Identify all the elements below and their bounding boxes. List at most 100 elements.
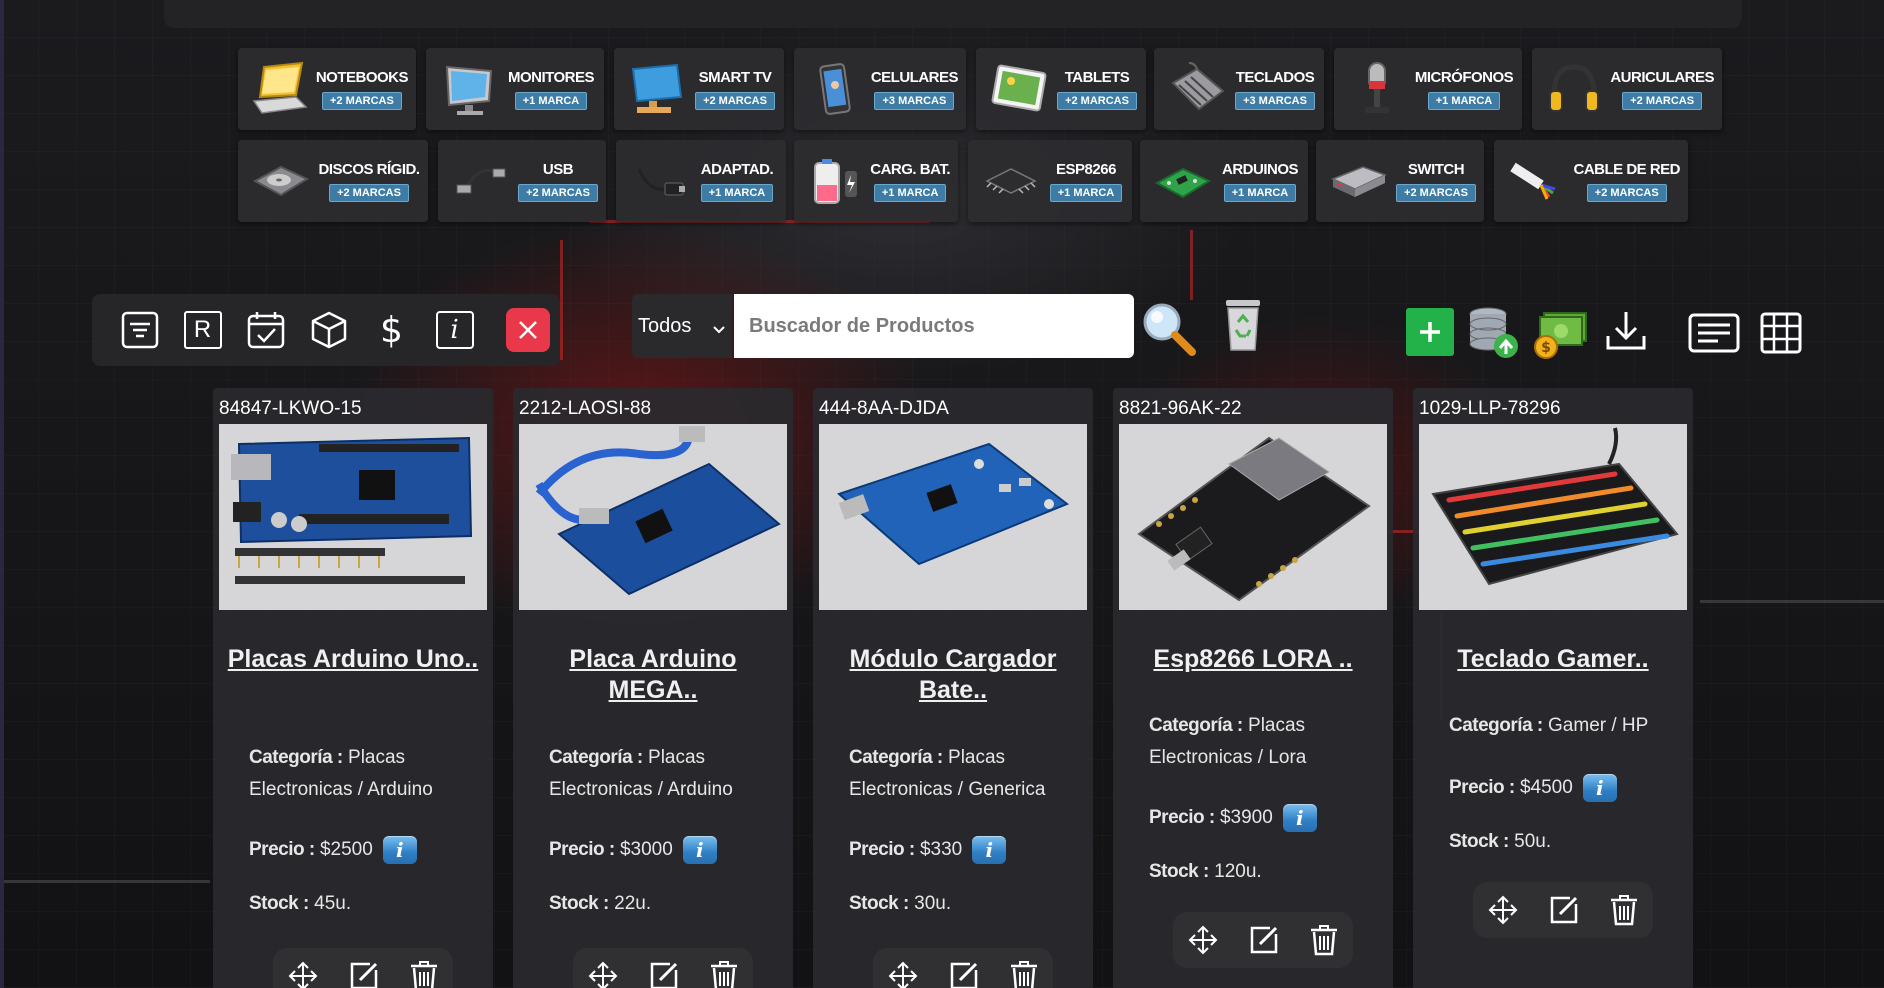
- calendar-check-icon[interactable]: [234, 305, 297, 355]
- product-code: 2212-LAOSI-88: [519, 398, 652, 419]
- edit-icon[interactable]: [648, 960, 680, 988]
- category-arduinos[interactable]: ARDUINOS +1 MARCA: [1140, 140, 1308, 222]
- stock-label: Stock :: [249, 893, 309, 914]
- category-auriculares[interactable]: AURICULARES +2 MARCAS: [1532, 48, 1722, 130]
- edit-icon[interactable]: [1548, 894, 1580, 926]
- delete-icon[interactable]: [709, 960, 739, 988]
- circuit-trace: [560, 240, 563, 360]
- move-icon[interactable]: [287, 960, 319, 988]
- edit-icon[interactable]: [948, 960, 980, 988]
- keyboard-icon: [1160, 54, 1234, 124]
- close-icon[interactable]: [506, 308, 550, 352]
- stock-value: 50u.: [1514, 831, 1552, 852]
- product-category: Categoría : Placas Electronicas / Arduin…: [549, 742, 779, 806]
- info-icon[interactable]: i: [972, 835, 1007, 864]
- category-cargadores-bateria[interactable]: CARG. BAT. +1 MARCA: [794, 140, 958, 222]
- database-upload-icon[interactable]: [1466, 304, 1520, 360]
- circuit-trace: [1190, 230, 1193, 300]
- product-card[interactable]: 8821-96AK-22 Esp8266 LORA .. Categoría :…: [1113, 388, 1393, 988]
- card-actions: [1173, 912, 1353, 968]
- category-name: TABLETS: [1064, 68, 1130, 86]
- category-microfonos[interactable]: MICRÓFONOS +1 MARCA: [1334, 48, 1522, 130]
- brand-count-badge: +2 MARCAS: [1622, 91, 1703, 110]
- product-stock: Stock : 120u.: [1149, 856, 1379, 888]
- product-title[interactable]: Placas Arduino Uno..: [223, 644, 483, 675]
- product-card[interactable]: 444-8AA-DJDA Módulo Cargador Bate.. Cate…: [813, 388, 1093, 988]
- download-icon[interactable]: [1602, 306, 1650, 356]
- delete-icon[interactable]: [1609, 894, 1639, 926]
- product-title[interactable]: Esp8266 LORA ..: [1123, 644, 1383, 675]
- brand-count-badge: +1 MARCA: [700, 183, 774, 202]
- stock-value: 30u.: [914, 893, 952, 914]
- edit-icon[interactable]: [348, 960, 380, 988]
- adapter-icon: [622, 146, 696, 216]
- move-icon[interactable]: [1187, 924, 1219, 956]
- box-icon[interactable]: [297, 305, 360, 355]
- money-icon[interactable]: $: [1532, 304, 1590, 362]
- network-switch-icon: [1322, 146, 1396, 216]
- product-code: 1029-LLP-78296: [1419, 398, 1561, 419]
- info-icon[interactable]: i: [382, 835, 417, 864]
- brand-count-badge: +2 MARCAS: [1057, 91, 1137, 110]
- category-tablets[interactable]: TABLETS +2 MARCAS: [976, 48, 1146, 130]
- product-stock: Stock : 22u.: [549, 888, 779, 920]
- category-monitores[interactable]: MONITORES +1 MARCA: [426, 48, 604, 130]
- dollar-icon[interactable]: $: [360, 305, 423, 355]
- category-notebooks[interactable]: NOTEBOOKS +2 MARCAS: [238, 48, 416, 130]
- move-icon[interactable]: [1487, 894, 1519, 926]
- recycle-bin-icon[interactable]: [1218, 294, 1268, 356]
- product-card[interactable]: 1029-LLP-78296 Teclado Gamer.. Categoría…: [1413, 388, 1693, 988]
- add-icon[interactable]: [1406, 308, 1454, 356]
- info-label: i: [435, 311, 474, 349]
- stock-label: Stock :: [1449, 831, 1509, 852]
- gamer-keyboard-image: [1419, 424, 1687, 610]
- product-title[interactable]: Módulo Cargador Bate..: [823, 644, 1083, 706]
- delete-icon[interactable]: [409, 960, 439, 988]
- category-name: ARDUINOS: [1221, 160, 1299, 178]
- category-usb[interactable]: USB +2 MARCAS: [438, 140, 606, 222]
- category-cable-de-red[interactable]: CABLE DE RED +2 MARCAS: [1494, 140, 1688, 222]
- delete-icon[interactable]: [1009, 960, 1039, 988]
- search-input[interactable]: [734, 294, 1134, 358]
- brand-count-badge: +3 MARCAS: [1235, 91, 1315, 110]
- category-celulares[interactable]: CELULARES +3 MARCAS: [794, 48, 966, 130]
- filter-icon[interactable]: [108, 305, 171, 355]
- category-name: NOTEBOOKS: [315, 68, 409, 86]
- list-view-icon[interactable]: [1688, 310, 1740, 356]
- category-name: TECLADOS: [1235, 68, 1315, 86]
- product-category: Categoría : Placas Electronicas / Generi…: [849, 742, 1079, 806]
- monitor-icon: [432, 54, 506, 124]
- info-icon[interactable]: i: [423, 305, 486, 355]
- category-esp8266[interactable]: ESP8266 +1 MARCA: [968, 140, 1132, 222]
- info-icon[interactable]: i: [1282, 803, 1317, 832]
- product-code: 444-8AA-DJDA: [819, 398, 949, 419]
- r-letter-label: R: [183, 311, 222, 349]
- move-icon[interactable]: [887, 960, 919, 988]
- product-title[interactable]: Teclado Gamer..: [1423, 644, 1683, 675]
- brand-count-badge: +2 MARCAS: [329, 183, 409, 202]
- brand-count-badge: +1 MARCA: [1049, 183, 1123, 202]
- r-letter-icon[interactable]: R: [171, 305, 234, 355]
- category-switch[interactable]: SWITCH +2 MARCAS: [1316, 140, 1484, 222]
- category-adaptadores[interactable]: ADAPTAD. +1 MARCA: [616, 140, 786, 222]
- grid-view-icon[interactable]: [1758, 310, 1804, 356]
- category-discos-rigidos[interactable]: DISCOS RÍGID. +2 MARCAS: [238, 140, 428, 222]
- category-teclados[interactable]: TECLADOS +3 MARCAS: [1154, 48, 1324, 130]
- search-icon[interactable]: [1138, 298, 1200, 358]
- price-value: $330: [919, 839, 963, 860]
- category-smart-tv[interactable]: SMART TV +2 MARCAS: [614, 48, 784, 130]
- headphones-icon: [1538, 54, 1610, 124]
- product-card[interactable]: 2212-LAOSI-88 Placa Arduino MEGA.. Categ…: [513, 388, 793, 988]
- info-icon[interactable]: i: [682, 835, 717, 864]
- esp8266-image: [1119, 424, 1387, 610]
- info-icon[interactable]: i: [1582, 773, 1617, 802]
- notebook-icon: [244, 54, 316, 124]
- edit-icon[interactable]: [1248, 924, 1280, 956]
- move-icon[interactable]: [587, 960, 619, 988]
- category-select[interactable]: Todos: [632, 294, 732, 358]
- product-card[interactable]: 84847-LKWO-15 Placas Arduino Uno.. Categ…: [213, 388, 493, 988]
- delete-icon[interactable]: [1309, 924, 1339, 956]
- product-title[interactable]: Placa Arduino MEGA..: [523, 644, 783, 706]
- price-label: Precio :: [1449, 777, 1515, 798]
- price-label: Precio :: [549, 839, 615, 860]
